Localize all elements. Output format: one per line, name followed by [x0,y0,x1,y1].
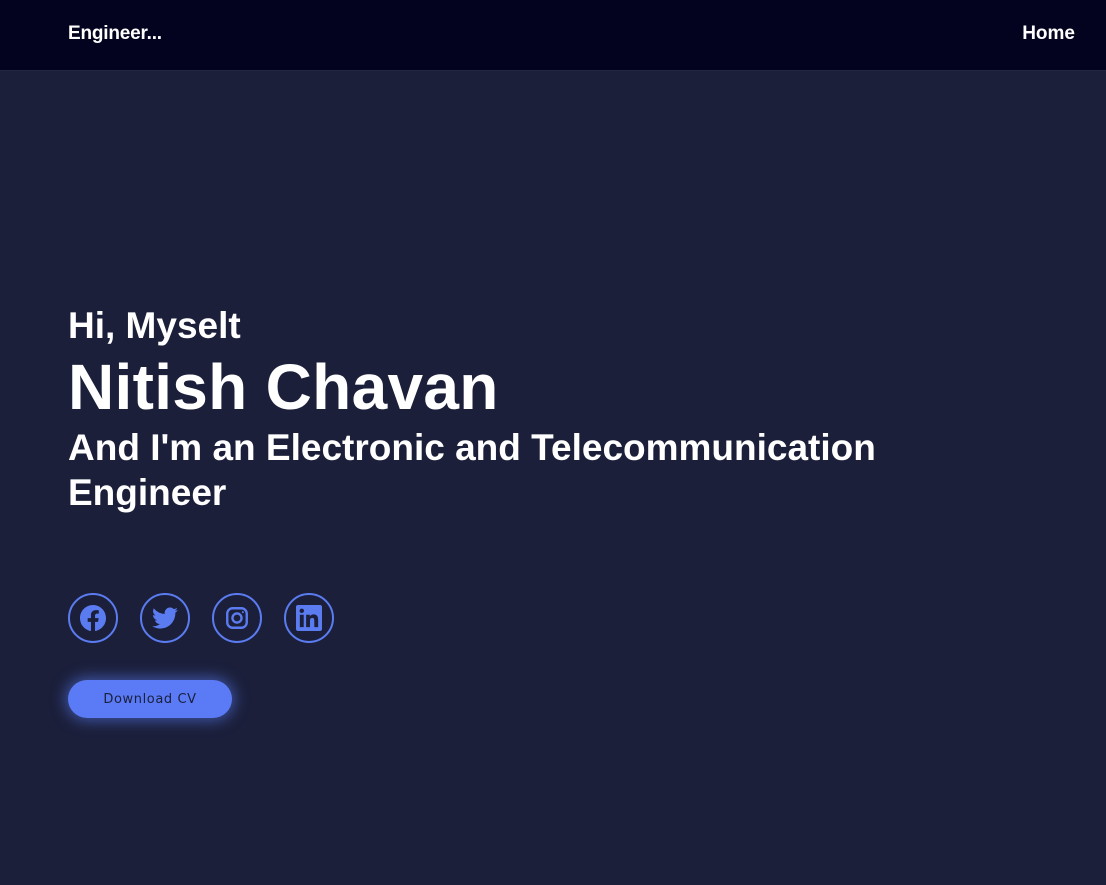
hero-tagline: And I'm an Electronic and Telecommunicat… [68,427,876,513]
navbar: Engineer... Home [0,0,1106,70]
linkedin-icon [296,605,322,631]
social-links [68,593,334,643]
download-cv-button[interactable]: Download CV [68,680,232,718]
linkedin-link[interactable] [284,593,334,643]
instagram-icon [224,605,250,631]
hero-section: Hi, Myselt Nitish Chavan And I'm an Elec… [68,303,1028,515]
instagram-link[interactable] [212,593,262,643]
hero-name: Nitish Chavan [68,351,499,423]
facebook-link[interactable] [68,593,118,643]
brand-link[interactable]: Engineer... [68,23,162,45]
hero-greeting: Hi, Myselt [68,305,241,346]
facebook-icon [80,605,106,631]
nav-link-home[interactable]: Home [1022,23,1075,45]
twitter-icon [152,605,178,631]
twitter-link[interactable] [140,593,190,643]
